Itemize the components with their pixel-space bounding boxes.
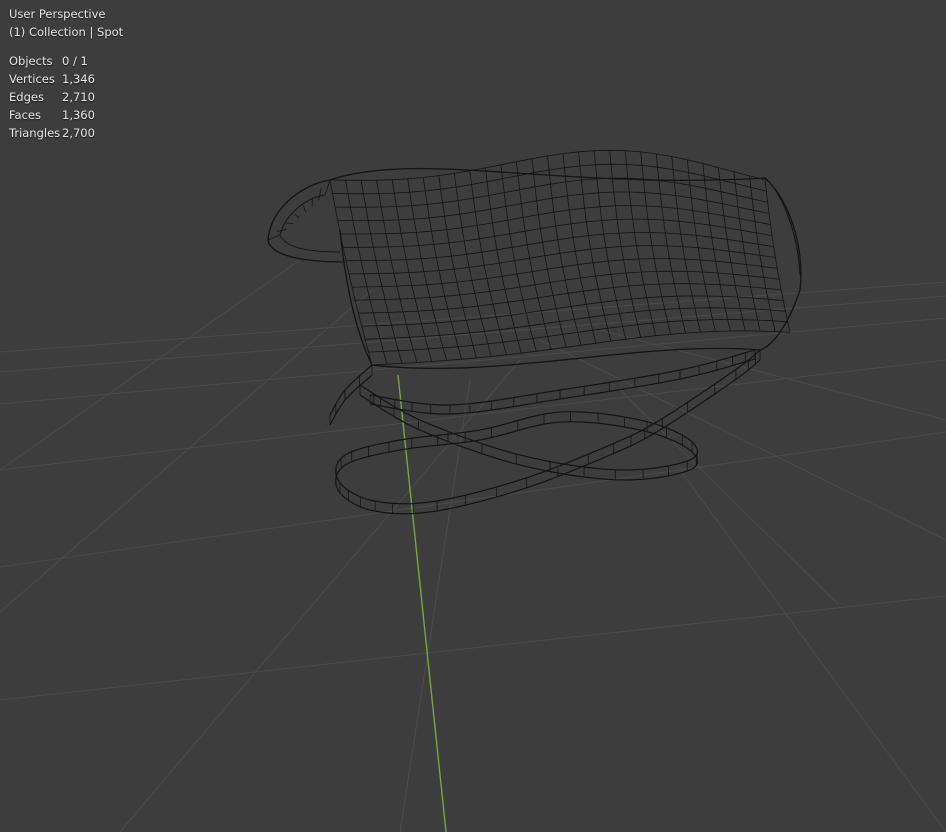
mesh-edge (329, 374, 373, 426)
stat-label: Faces (9, 108, 41, 122)
stat-label: Vertices (9, 72, 55, 86)
mesh-edge (329, 149, 766, 181)
mesh-edge (303, 205, 307, 213)
stat-row-faces: Faces 1,360 (9, 106, 123, 124)
stat-label: Triangles (9, 126, 61, 140)
viewport-scene[interactable] (0, 0, 946, 832)
stat-row-objects: Objects 0 / 1 (9, 52, 123, 70)
stat-row-vertices: Vertices 1,346 (9, 70, 123, 88)
stat-value: 1,360 (62, 108, 95, 122)
mesh-edge (329, 167, 802, 370)
mesh-edge (369, 349, 756, 406)
scene-stats: Objects 0 / 1 Vertices 1,346 Edges 2,710… (9, 52, 123, 142)
mesh-edge (345, 232, 774, 262)
viewport-info-overlay: User Perspective (1) Collection | Spot O… (9, 5, 123, 142)
stat-value: 1,346 (62, 72, 95, 86)
mesh-edge (267, 234, 281, 241)
wireframe-mesh[interactable] (267, 149, 802, 515)
stat-label: Objects (9, 54, 53, 68)
stat-label: Edges (9, 90, 44, 104)
mesh-edge (422, 177, 462, 360)
mesh-edge (285, 222, 293, 224)
mesh-edge (318, 188, 322, 201)
mesh-edge (764, 177, 801, 276)
view-name: User Perspective (9, 7, 106, 21)
stat-value: 0 / 1 (62, 54, 88, 68)
mesh-edge (324, 179, 331, 196)
stat-value: 2,710 (62, 90, 95, 104)
mesh-edge (438, 175, 477, 359)
y-axis-line (397, 374, 447, 832)
stat-value: 2,700 (62, 126, 95, 140)
stat-row-triangles: Triangles 2,700 (9, 124, 123, 142)
mesh-edge (294, 213, 300, 219)
mesh-edge (348, 245, 776, 275)
stat-row-edges: Edges 2,710 (9, 88, 123, 106)
collection-info: (1) Collection | Spot (9, 25, 124, 39)
3d-viewport[interactable]: User Perspective (1) Collection | Spot O… (0, 0, 946, 832)
